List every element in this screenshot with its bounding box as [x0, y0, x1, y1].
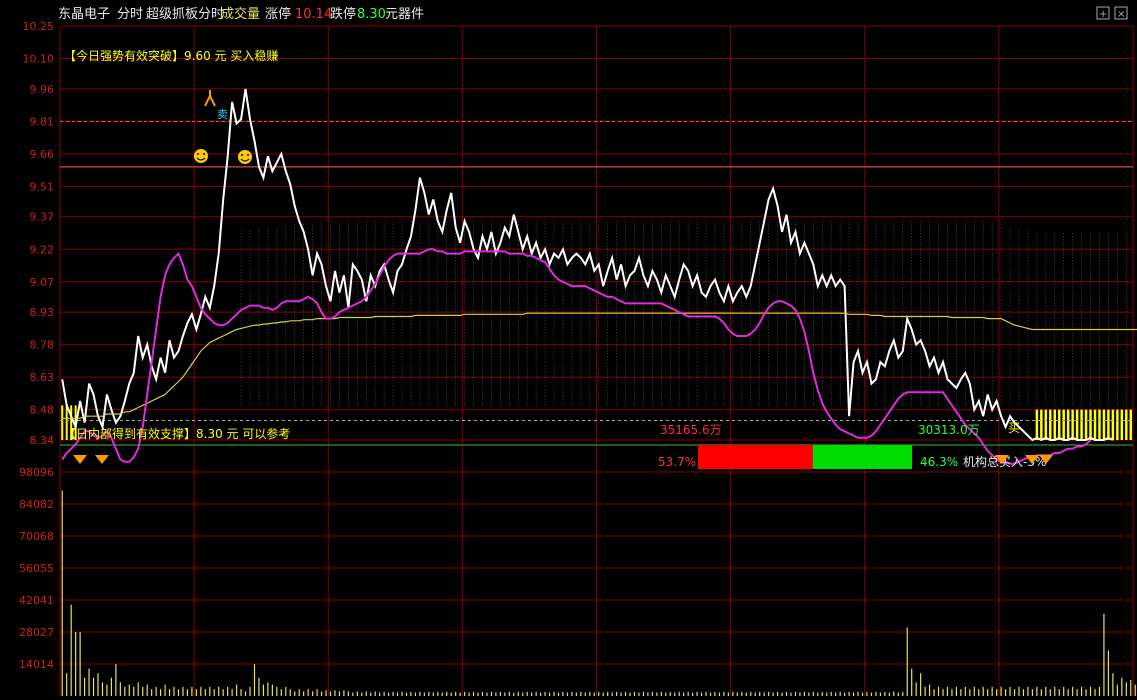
volume-tick-label: 14014 [19, 658, 54, 671]
volume-tick-label: 28027 [19, 626, 54, 639]
mode-label[interactable]: 分时 [117, 7, 143, 22]
smiley-icon [238, 150, 252, 164]
volume-tick-label: 56055 [19, 562, 54, 575]
volume-tick-label: 98096 [19, 466, 54, 479]
price-tick-label: 8.93 [30, 306, 55, 319]
sell-ratio-bar [812, 445, 912, 469]
volume-tick-label: 70068 [19, 530, 54, 543]
price-tick-label: 10.10 [23, 53, 55, 66]
limit-up-label: 涨停 [265, 6, 291, 22]
price-tick-label: 8.63 [30, 371, 55, 384]
intraday-chart: 东晶电子 分时 超级抓板分时 成交量 涨停 10.14 跌停 8.30 元器件 … [0, 0, 1137, 700]
smiley-icon [194, 149, 208, 163]
price-tick-label: 8.48 [30, 404, 55, 417]
volume-label[interactable]: 成交量 [221, 6, 260, 22]
buy-percent: 53.7% [658, 455, 696, 469]
breakout-signal: 【今日强势有效突破】9.60 元 买入稳赚 [64, 48, 278, 63]
price-tick-label: 9.07 [30, 276, 55, 289]
limit-up-value: 10.14 [295, 7, 332, 22]
indicator-name[interactable]: 超级抓板分时 [146, 7, 224, 22]
limit-down-value: 8.30 [357, 7, 386, 22]
buy-amount: 35165.6万 [660, 423, 722, 437]
price-tick-label: 8.78 [30, 339, 55, 352]
buy-ratio-bar [698, 445, 813, 469]
price-tick-label: 10.25 [23, 20, 55, 33]
price-tick-label: 9.37 [30, 211, 55, 224]
price-tick-label: 9.96 [30, 83, 55, 96]
sell-percent: 46.3% [920, 455, 958, 469]
volume-tick-label: 42041 [19, 594, 54, 607]
sell-amount: 30313.0万 [918, 423, 980, 437]
support-signal: 【日内部得到有效支撑】8.30 元 可以参考 [64, 426, 290, 441]
price-tick-label: 8.34 [30, 434, 55, 447]
sector-label: 元器件 [385, 7, 424, 22]
stock-name[interactable]: 东晶电子 [58, 7, 110, 22]
volume-tick-label: 84082 [19, 498, 54, 511]
sell-mark: 卖 [217, 108, 228, 121]
price-tick-label: 9.66 [30, 148, 55, 161]
plus-icon: + [1099, 9, 1107, 20]
limit-down-label: 跌停 [330, 6, 356, 22]
chart-background [0, 0, 1137, 700]
price-tick-label: 9.81 [30, 115, 55, 128]
close-icon: × [1117, 9, 1125, 20]
buy-mark: 买 [1008, 421, 1020, 435]
price-tick-label: 9.22 [30, 243, 55, 256]
price-tick-label: 9.51 [30, 180, 55, 193]
